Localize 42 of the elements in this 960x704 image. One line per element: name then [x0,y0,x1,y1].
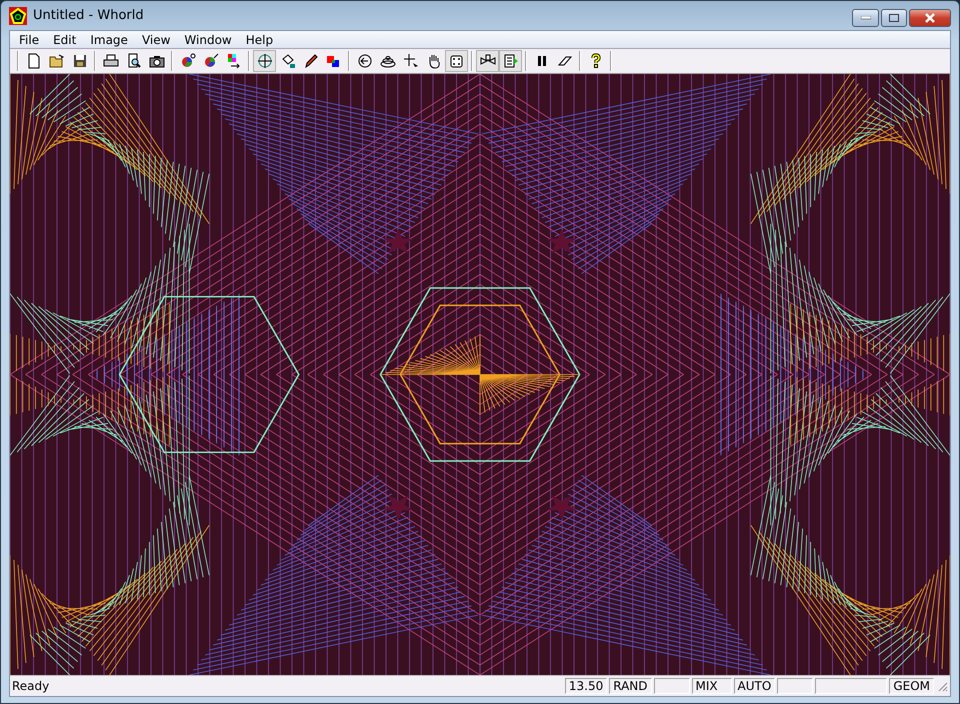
camera-icon [148,53,164,69]
app-logo-icon [9,6,27,24]
restore-icon [889,14,899,22]
color-wheel-arrow-icon [202,53,218,69]
status-panel: RAND [609,678,652,694]
menu-item[interactable]: Edit [46,32,84,46]
close-button[interactable] [909,9,951,27]
printer-icon [102,53,118,69]
open-folder-icon [48,53,64,69]
stacked-rings-icon [380,53,396,69]
close-icon [924,13,936,23]
menu-item[interactable]: Window [177,32,239,46]
window-title: Untitled - Whorld [33,8,145,23]
status-panel: GEOM [889,678,934,694]
minimize-icon [860,16,870,20]
menu-item[interactable]: File [12,32,46,46]
print-preview-icon [126,53,142,69]
color-grid-icon [226,53,242,69]
menu-item[interactable]: Help [238,32,280,46]
dice-icon [448,53,464,69]
resize-grip-icon [936,680,948,692]
toolbar-button[interactable] [476,50,499,72]
status-panel: AUTO [734,678,776,694]
status-panel [777,678,814,694]
status-panel [654,678,690,694]
pencil-icon [302,53,318,69]
new-file-icon [26,53,42,69]
toolbar-button[interactable] [499,50,522,72]
crosshair-icon [256,53,272,69]
menu-item[interactable]: Image [83,32,135,46]
cursor-cross-icon [402,53,418,69]
status-message: Ready [12,679,50,693]
toolbar-button[interactable] [253,50,276,72]
status-panel: MIX [692,678,732,694]
menu-item[interactable]: View [134,32,178,46]
minimize-button[interactable] [852,9,879,27]
status-panel: 13.50 [564,678,608,694]
list-play-icon [502,53,518,69]
color-squares-icon [326,53,342,69]
maximize-button[interactable] [881,9,907,27]
toolbar-button[interactable] [445,50,468,72]
color-wheel-icon [180,53,196,69]
